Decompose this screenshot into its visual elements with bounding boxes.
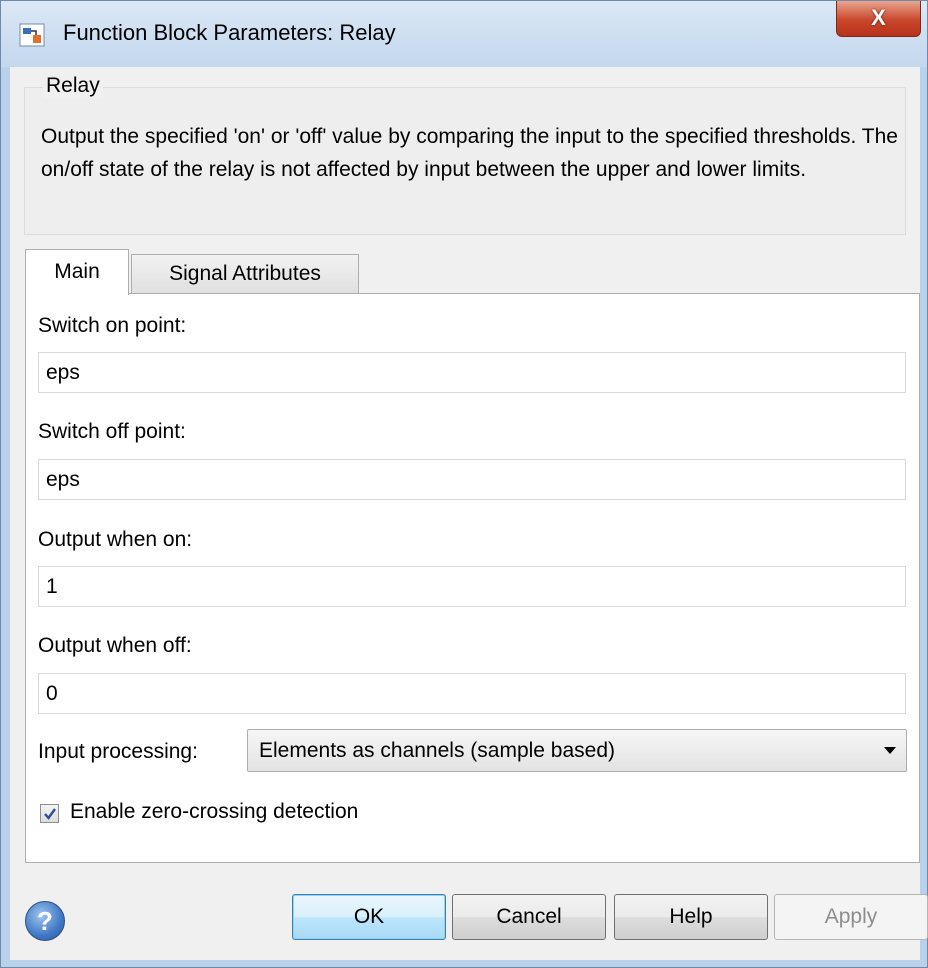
switch-off-label: Switch off point: (38, 420, 186, 443)
switch-on-label: Switch on point: (38, 314, 187, 337)
output-on-input[interactable] (38, 566, 906, 607)
input-processing-value: Elements as channels (sample based) (259, 739, 616, 762)
description-group: Relay Output the specified 'on' or 'off'… (24, 74, 906, 235)
tab-main[interactable]: Main (25, 249, 129, 295)
output-on-label: Output when on: (38, 528, 193, 551)
chevron-down-icon (884, 747, 896, 754)
output-off-label: Output when off: (38, 634, 192, 657)
switch-on-input[interactable] (38, 352, 906, 393)
input-processing-select[interactable]: Elements as channels (sample based) (247, 729, 907, 772)
apply-button[interactable]: Apply (774, 894, 928, 940)
cancel-button[interactable]: Cancel (452, 894, 606, 940)
description-text: Output the specified 'on' or 'off' value… (41, 125, 898, 181)
window-title: Function Block Parameters: Relay (63, 20, 396, 45)
simulink-app-icon (19, 23, 45, 47)
dialog-window: Function Block Parameters: Relay X Relay… (0, 0, 928, 968)
main-tab-panel: Switch on point: Switch off point: Outpu… (25, 293, 920, 863)
zero-crossing-label[interactable]: Enable zero-crossing detection (70, 800, 358, 824)
help-button[interactable]: Help (614, 894, 768, 940)
tab-signal-attributes[interactable]: Signal Attributes (131, 254, 359, 294)
switch-off-input[interactable] (38, 459, 906, 500)
input-processing-label: Input processing: (38, 740, 198, 763)
ok-button[interactable]: OK (292, 894, 446, 940)
close-button[interactable]: X (836, 1, 921, 37)
output-off-input[interactable] (38, 673, 906, 714)
close-icon: X (871, 5, 886, 30)
checkmark-icon (44, 808, 56, 820)
description-legend: Relay (43, 74, 103, 98)
dialog-body: Relay Output the specified 'on' or 'off'… (10, 67, 928, 960)
zero-crossing-checkbox[interactable] (40, 804, 59, 823)
help-icon[interactable]: ? (25, 901, 65, 941)
title-bar[interactable]: Function Block Parameters: Relay X (1, 1, 927, 67)
